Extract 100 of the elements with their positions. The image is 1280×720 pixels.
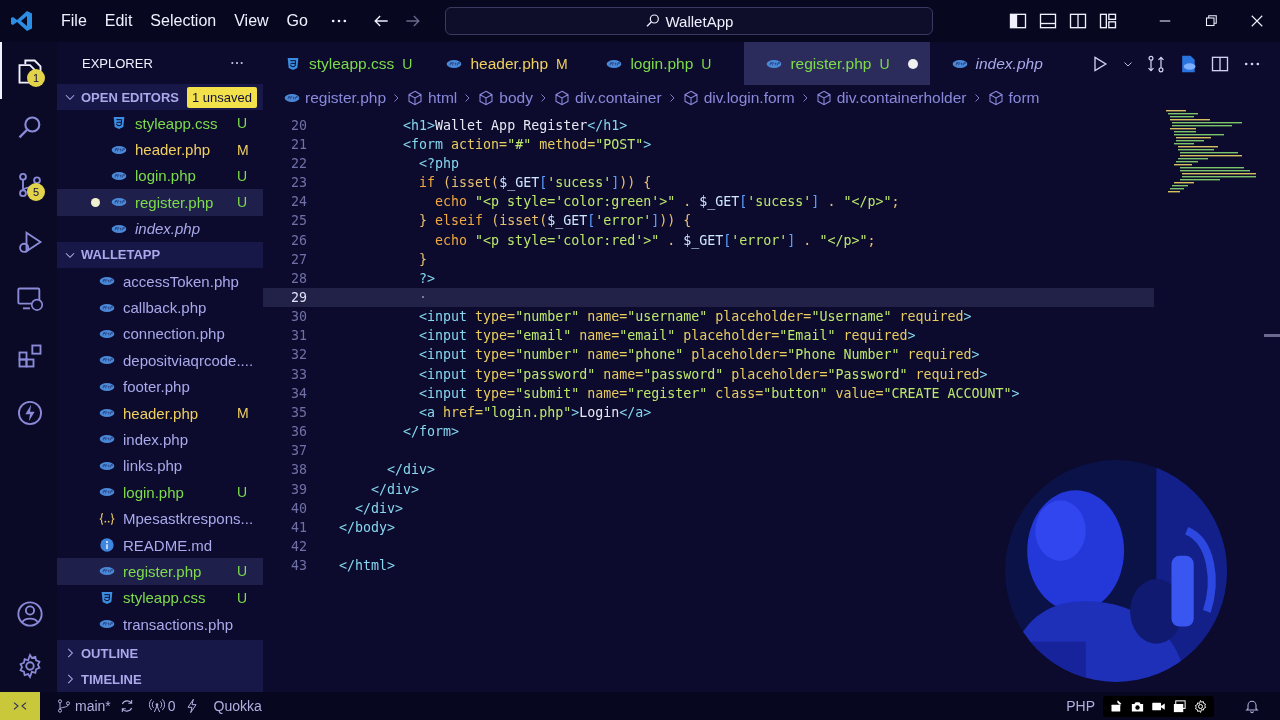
cube-icon <box>477 89 496 106</box>
code-line: ?> <box>418 270 436 286</box>
code-line: <form action="#" method="POST"> <box>402 136 652 152</box>
line-number: 32 <box>290 347 307 363</box>
info-icon <box>97 537 117 554</box>
breadcrumb-item[interactable]: div.container <box>552 88 662 107</box>
line-number: 34 <box>290 385 307 401</box>
code-line: </div> <box>370 481 420 497</box>
section-header[interactable]: OUTLINE <box>57 640 263 666</box>
explorer-entry[interactable]: register.php U <box>57 558 263 585</box>
explorer-entry[interactable]: links.php <box>57 452 263 480</box>
code-line: </form> <box>402 424 460 440</box>
split-layout-icon[interactable] <box>1068 11 1088 31</box>
settings-icon[interactable] <box>1193 698 1208 714</box>
git-status: U <box>237 167 249 184</box>
code-line: </body> <box>339 519 396 535</box>
explorer-entry[interactable]: connection.php <box>57 320 263 348</box>
code-line: </div> <box>386 462 436 478</box>
line-number: 42 <box>290 539 307 554</box>
remote-button[interactable] <box>0 692 40 720</box>
search-icon <box>644 13 661 29</box>
explorer-entry[interactable]: transactions.php <box>57 611 263 638</box>
account-icon <box>15 600 44 628</box>
git-status: U <box>402 55 413 72</box>
cube-icon <box>814 89 833 106</box>
sidebar-toggle-icon[interactable] <box>1008 11 1028 31</box>
explorer-entry[interactable]: footer.php <box>57 373 263 400</box>
explorer-entry[interactable]: login.php U <box>57 479 263 506</box>
menu-item[interactable]: Selection <box>141 9 226 33</box>
menu-item[interactable]: Go <box>277 9 317 33</box>
git-status: M <box>237 405 250 422</box>
section-header[interactable]: TIMELINE <box>57 666 263 692</box>
menu-item[interactable]: File <box>52 9 96 33</box>
branch-icon <box>56 698 72 714</box>
breadcrumb-item[interactable]: register.php <box>283 88 386 107</box>
code-line: </div> <box>354 500 404 516</box>
code-line: <input type="submit" name="register" class="button" value="CREATE ACCOUNT"> <box>418 385 1020 401</box>
git-status: M <box>556 55 568 72</box>
breadcrumb-item[interactable]: div.login.form <box>681 88 795 107</box>
layout-icon[interactable] <box>1098 11 1118 31</box>
line-number: 36 <box>290 424 307 440</box>
code-line: <input type="email" name="email" placeholder="Email" required> <box>418 328 916 344</box>
open-editor-item[interactable]: register.php U <box>57 189 263 216</box>
code-line: <input type="number" name="username" placeholder="Username" required> <box>418 309 972 325</box>
editor-tab[interactable]: styleapp.css U <box>263 42 425 85</box>
status-item[interactable]: Quokka <box>213 698 262 714</box>
line-number: 26 <box>290 232 307 248</box>
app-logo-icon <box>10 9 34 33</box>
explorer-entry[interactable]: header.php M <box>57 399 263 427</box>
open-editor-item[interactable]: styleapp.css U <box>57 110 263 137</box>
activity-source-control-button[interactable]: 5 <box>0 156 57 213</box>
explorer-entry[interactable]: depositviaqrcode.... <box>57 347 263 374</box>
status-item[interactable]: 0 <box>148 698 176 714</box>
editor-tab[interactable]: login.php U <box>584 42 745 85</box>
breadcrumb-item[interactable]: body <box>477 88 533 107</box>
breadcrumb-item[interactable]: form <box>986 88 1040 107</box>
line-number: 38 <box>290 462 307 478</box>
broadcast-icon <box>148 698 165 714</box>
git-status: U <box>237 484 249 501</box>
panel-toggle-icon[interactable] <box>1038 11 1058 31</box>
explorer-entry[interactable]: index.php <box>57 426 263 453</box>
explorer-entry[interactable]: callback.php <box>57 294 263 321</box>
line-number: 40 <box>290 500 307 516</box>
line-number: 28 <box>290 270 307 286</box>
section-header[interactable]: WALLETAPP <box>57 241 263 268</box>
pen-icon[interactable] <box>1109 698 1124 714</box>
editor-tab[interactable]: register.php U <box>744 42 930 85</box>
line-number: 29 <box>290 290 307 305</box>
breadcrumb-item[interactable]: div.containerholder <box>814 88 967 107</box>
editor-tab[interactable]: header.php M <box>424 42 585 85</box>
explorer-entry[interactable]: styleapp.css U <box>57 584 263 612</box>
cube-icon <box>681 89 700 106</box>
open-editor-item[interactable]: header.php M <box>57 136 263 163</box>
section-header[interactable]: OPEN EDITORS 1 unsaved <box>57 84 263 110</box>
code-line: } <box>418 251 428 267</box>
explorer-entry[interactable]: accessToken.php <box>57 267 263 295</box>
language-mode[interactable]: PHP <box>1066 698 1095 714</box>
notifications-icon[interactable] <box>1244 698 1260 714</box>
code-line: · <box>418 290 428 305</box>
line-number: 31 <box>290 328 307 344</box>
line-number: 22 <box>290 155 307 171</box>
scrollbar-thumb[interactable] <box>1264 334 1280 337</box>
compare-changes-icon[interactable] <box>1146 53 1166 74</box>
code-line: <input type="password" name="password" placeholder="Password" required> <box>418 366 988 382</box>
open-editor-item[interactable]: login.php U <box>57 162 263 190</box>
menu-item[interactable]: View <box>225 9 278 33</box>
menu-item[interactable]: Edit <box>95 9 142 33</box>
windows-icon[interactable] <box>1172 698 1187 714</box>
cube-icon <box>406 89 424 106</box>
git-status: U <box>879 55 890 72</box>
explorer-entry[interactable]: README.md <box>57 531 263 559</box>
editor-tab[interactable]: index.php <box>929 42 1090 85</box>
explorer-entry[interactable]: Mpesastkrespons... <box>57 505 263 532</box>
status-item[interactable]: main* <box>56 698 111 714</box>
command-search-field[interactable]: WalletApp <box>444 7 933 35</box>
breadcrumb-item[interactable]: html <box>406 88 458 107</box>
git-status: U <box>237 563 249 580</box>
line-number: 20 <box>290 117 307 133</box>
open-editor-item[interactable]: index.php <box>57 215 263 242</box>
line-number: 27 <box>290 251 307 267</box>
